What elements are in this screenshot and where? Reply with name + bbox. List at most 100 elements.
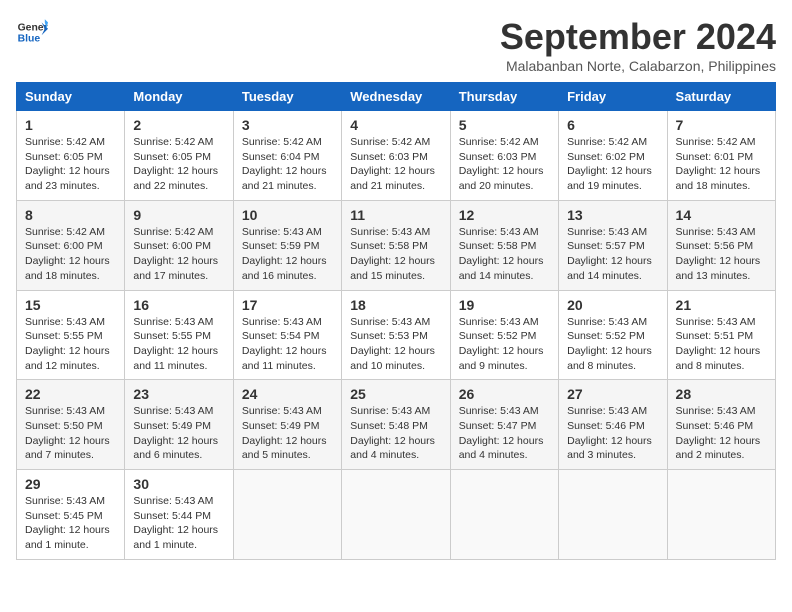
weekday-header-thursday: Thursday — [450, 83, 558, 111]
cell-content: Sunrise: 5:43 AMSunset: 5:49 PMDaylight:… — [242, 404, 333, 463]
cell-content: Sunrise: 5:43 AMSunset: 5:48 PMDaylight:… — [350, 404, 441, 463]
day-number: 16 — [133, 297, 224, 313]
day-number: 28 — [676, 386, 767, 402]
calendar-cell: 25 Sunrise: 5:43 AMSunset: 5:48 PMDayligh… — [342, 380, 450, 470]
calendar-cell — [667, 470, 775, 560]
weekday-header-wednesday: Wednesday — [342, 83, 450, 111]
weekday-header-tuesday: Tuesday — [233, 83, 341, 111]
cell-content: Sunrise: 5:43 AMSunset: 5:45 PMDaylight:… — [25, 494, 116, 553]
day-number: 21 — [676, 297, 767, 313]
day-number: 12 — [459, 207, 550, 223]
day-number: 2 — [133, 117, 224, 133]
cell-content: Sunrise: 5:43 AMSunset: 5:51 PMDaylight:… — [676, 315, 767, 374]
calendar-cell: 14 Sunrise: 5:43 AMSunset: 5:56 PMDayligh… — [667, 200, 775, 290]
calendar-cell: 21 Sunrise: 5:43 AMSunset: 5:51 PMDayligh… — [667, 290, 775, 380]
calendar-cell: 11 Sunrise: 5:43 AMSunset: 5:58 PMDayligh… — [342, 200, 450, 290]
calendar-cell: 24 Sunrise: 5:43 AMSunset: 5:49 PMDayligh… — [233, 380, 341, 470]
calendar-cell: 8 Sunrise: 5:42 AMSunset: 6:00 PMDaylight… — [17, 200, 125, 290]
cell-content: Sunrise: 5:43 AMSunset: 5:52 PMDaylight:… — [459, 315, 550, 374]
calendar-cell: 3Sunrise: 5:42 AMSunset: 6:04 PMDaylight… — [233, 111, 341, 201]
cell-content: Sunrise: 5:42 AMSunset: 6:02 PMDaylight:… — [567, 135, 658, 194]
day-number: 13 — [567, 207, 658, 223]
week-row-4: 22Sunrise: 5:43 AMSunset: 5:50 PMDayligh… — [17, 380, 776, 470]
day-number: 8 — [25, 207, 116, 223]
cell-content: Sunrise: 5:43 AMSunset: 5:55 PMDaylight:… — [25, 315, 116, 374]
day-number: 9 — [133, 207, 224, 223]
cell-content: Sunrise: 5:42 AMSunset: 6:05 PMDaylight:… — [25, 135, 116, 194]
calendar-cell: 12 Sunrise: 5:43 AMSunset: 5:58 PMDayligh… — [450, 200, 558, 290]
calendar-cell: 15 Sunrise: 5:43 AMSunset: 5:55 PMDayligh… — [17, 290, 125, 380]
day-number: 17 — [242, 297, 333, 313]
cell-content: Sunrise: 5:43 AMSunset: 5:56 PMDaylight:… — [676, 225, 767, 284]
calendar-cell: 18 Sunrise: 5:43 AMSunset: 5:53 PMDayligh… — [342, 290, 450, 380]
cell-content: Sunrise: 5:43 AMSunset: 5:58 PMDaylight:… — [350, 225, 441, 284]
cell-content: Sunrise: 5:43 AMSunset: 5:58 PMDaylight:… — [459, 225, 550, 284]
cell-content: Sunrise: 5:43 AMSunset: 5:49 PMDaylight:… — [133, 404, 224, 463]
day-number: 27 — [567, 386, 658, 402]
day-number: 29 — [25, 476, 116, 492]
calendar-cell: 22Sunrise: 5:43 AMSunset: 5:50 PMDayligh… — [17, 380, 125, 470]
calendar-cell: 30 Sunrise: 5:43 AMSunset: 5:44 PMDayligh… — [125, 470, 233, 560]
day-number: 22 — [25, 386, 116, 402]
calendar-cell: 16 Sunrise: 5:43 AMSunset: 5:55 PMDayligh… — [125, 290, 233, 380]
day-number: 26 — [459, 386, 550, 402]
cell-content: Sunrise: 5:42 AMSunset: 6:01 PMDaylight:… — [676, 135, 767, 194]
day-number: 18 — [350, 297, 441, 313]
day-number: 6 — [567, 117, 658, 133]
calendar-cell: 1 Sunrise: 5:42 AMSunset: 6:05 PMDaylight… — [17, 111, 125, 201]
calendar-cell: 20 Sunrise: 5:43 AMSunset: 5:52 PMDayligh… — [559, 290, 667, 380]
day-number: 10 — [242, 207, 333, 223]
cell-content: Sunrise: 5:43 AMSunset: 5:52 PMDaylight:… — [567, 315, 658, 374]
cell-content: Sunrise: 5:43 AMSunset: 5:57 PMDaylight:… — [567, 225, 658, 284]
week-row-5: 29 Sunrise: 5:43 AMSunset: 5:45 PMDayligh… — [17, 470, 776, 560]
day-number: 1 — [25, 117, 116, 133]
calendar-cell — [342, 470, 450, 560]
calendar-cell: 9Sunrise: 5:42 AMSunset: 6:00 PMDaylight… — [125, 200, 233, 290]
calendar-cell: 2Sunrise: 5:42 AMSunset: 6:05 PMDaylight… — [125, 111, 233, 201]
cell-content: Sunrise: 5:43 AMSunset: 5:47 PMDaylight:… — [459, 404, 550, 463]
day-number: 20 — [567, 297, 658, 313]
calendar-cell: 10Sunrise: 5:43 AMSunset: 5:59 PMDayligh… — [233, 200, 341, 290]
cell-content: Sunrise: 5:43 AMSunset: 5:53 PMDaylight:… — [350, 315, 441, 374]
calendar-cell: 7 Sunrise: 5:42 AMSunset: 6:01 PMDaylight… — [667, 111, 775, 201]
cell-content: Sunrise: 5:42 AMSunset: 6:03 PMDaylight:… — [459, 135, 550, 194]
calendar-cell: 6 Sunrise: 5:42 AMSunset: 6:02 PMDaylight… — [559, 111, 667, 201]
location: Malabanban Norte, Calabarzon, Philippine… — [500, 58, 776, 74]
week-row-2: 8 Sunrise: 5:42 AMSunset: 6:00 PMDaylight… — [17, 200, 776, 290]
cell-content: Sunrise: 5:43 AMSunset: 5:44 PMDaylight:… — [133, 494, 224, 553]
day-number: 15 — [25, 297, 116, 313]
weekday-header-saturday: Saturday — [667, 83, 775, 111]
calendar-cell: 13 Sunrise: 5:43 AMSunset: 5:57 PMDayligh… — [559, 200, 667, 290]
cell-content: Sunrise: 5:42 AMSunset: 6:00 PMDaylight:… — [25, 225, 116, 284]
day-number: 11 — [350, 207, 441, 223]
cell-content: Sunrise: 5:43 AMSunset: 5:55 PMDaylight:… — [133, 315, 224, 374]
day-number: 24 — [242, 386, 333, 402]
day-number: 30 — [133, 476, 224, 492]
weekday-header-monday: Monday — [125, 83, 233, 111]
calendar-cell: 28Sunrise: 5:43 AMSunset: 5:46 PMDayligh… — [667, 380, 775, 470]
calendar-cell — [233, 470, 341, 560]
weekday-header-row: SundayMondayTuesdayWednesdayThursdayFrid… — [17, 83, 776, 111]
calendar-cell: 29 Sunrise: 5:43 AMSunset: 5:45 PMDayligh… — [17, 470, 125, 560]
cell-content: Sunrise: 5:43 AMSunset: 5:46 PMDaylight:… — [567, 404, 658, 463]
weekday-header-friday: Friday — [559, 83, 667, 111]
calendar-cell: 5 Sunrise: 5:42 AMSunset: 6:03 PMDaylight… — [450, 111, 558, 201]
day-number: 5 — [459, 117, 550, 133]
calendar-cell: 26 Sunrise: 5:43 AMSunset: 5:47 PMDayligh… — [450, 380, 558, 470]
calendar-cell: 19Sunrise: 5:43 AMSunset: 5:52 PMDayligh… — [450, 290, 558, 380]
day-number: 23 — [133, 386, 224, 402]
day-number: 25 — [350, 386, 441, 402]
day-number: 4 — [350, 117, 441, 133]
day-number: 7 — [676, 117, 767, 133]
weekday-header-sunday: Sunday — [17, 83, 125, 111]
calendar-cell: 17 Sunrise: 5:43 AMSunset: 5:54 PMDayligh… — [233, 290, 341, 380]
cell-content: Sunrise: 5:43 AMSunset: 5:54 PMDaylight:… — [242, 315, 333, 374]
calendar-cell: 23 Sunrise: 5:43 AMSunset: 5:49 PMDayligh… — [125, 380, 233, 470]
calendar-cell — [450, 470, 558, 560]
logo-icon: General Blue — [16, 16, 48, 48]
svg-text:Blue: Blue — [18, 34, 41, 45]
week-row-1: 1 Sunrise: 5:42 AMSunset: 6:05 PMDaylight… — [17, 111, 776, 201]
month-title: September 2024 — [500, 16, 776, 58]
page-header: General Blue September 2024 Malabanban N… — [16, 16, 776, 74]
day-number: 14 — [676, 207, 767, 223]
